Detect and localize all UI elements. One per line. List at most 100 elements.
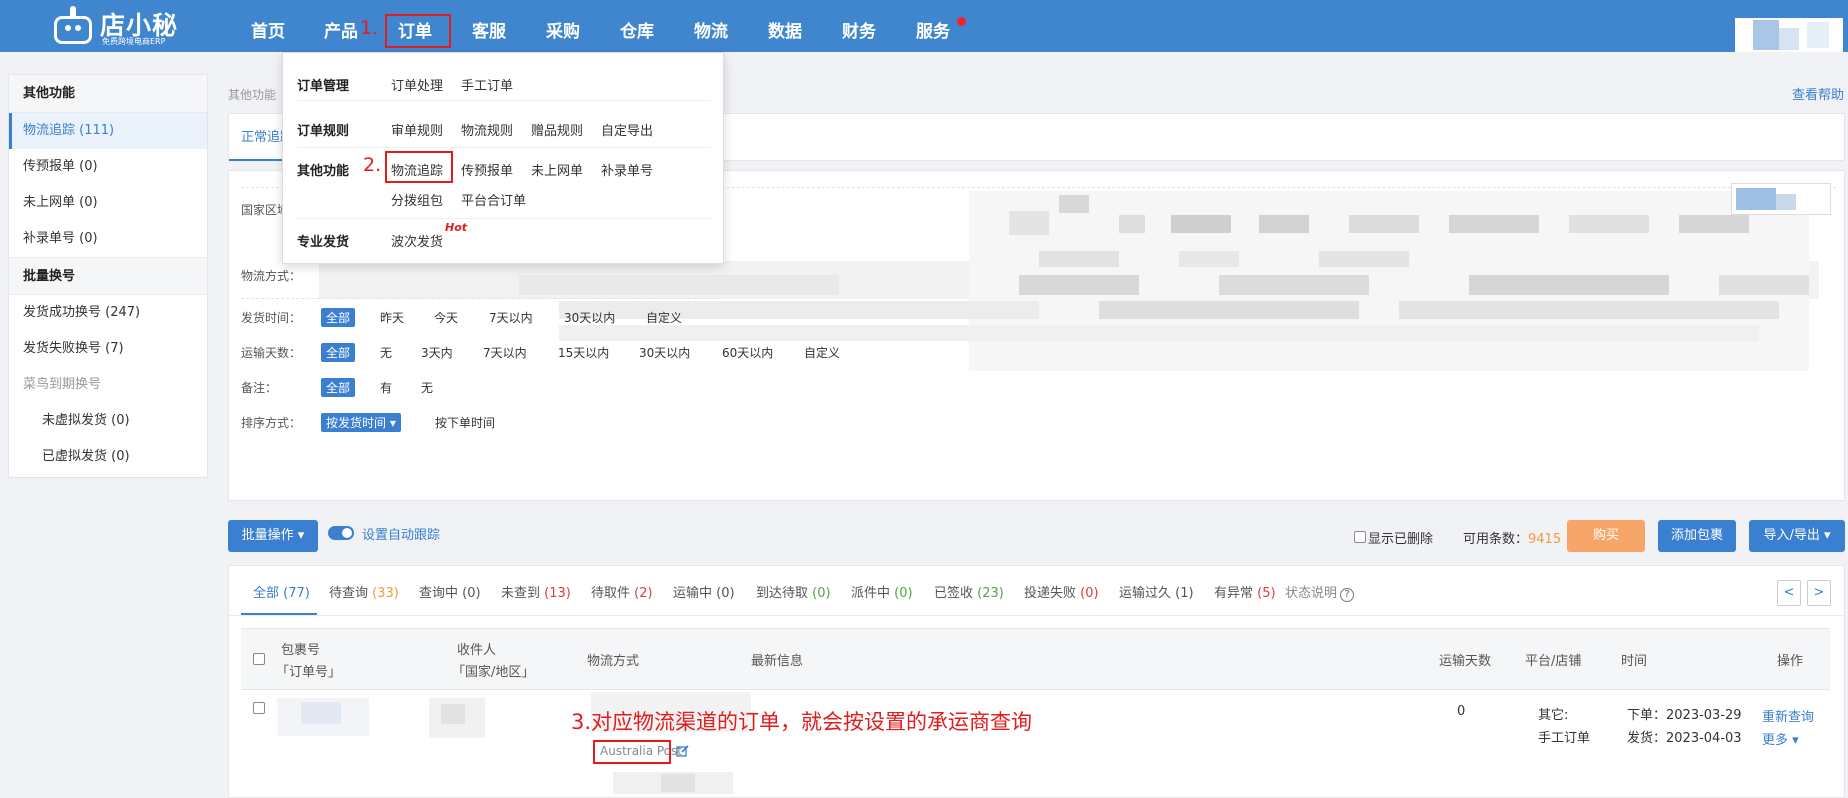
col-platform-store: 平台/店铺 [1525,654,1582,669]
sidebar-item-ship-success-renumber[interactable]: 发货成功换号 (247) [9,295,207,331]
nav-customer-service[interactable]: 客服 [472,0,506,52]
row-checkbox[interactable] [253,702,265,714]
step-3-annotation: 3.对应物流渠道的订单，就会按设置的承运商查询 [571,710,1033,734]
ship-time-today[interactable]: 今天 [434,309,458,326]
transit-days-7[interactable]: 7天以内 [483,344,527,361]
status-tab-in-transit[interactable]: 运输中 (0) [673,582,735,601]
remark-all[interactable]: 全部 [321,378,356,397]
step-2-marker: 2. [363,154,382,176]
status-tab-not-found[interactable]: 未查到 (13) [501,582,571,601]
remark-no[interactable]: 无 [421,379,433,396]
nav-finance[interactable]: 财务 [842,0,876,52]
menu-manual-order[interactable]: 手工订单 [461,75,513,94]
sidebar-item-ship-fail-renumber[interactable]: 发货失败换号 (7) [9,331,207,367]
status-tab-querying[interactable]: 查询中 (0) [419,582,481,601]
ship-time-custom[interactable]: 自定义 [646,309,682,326]
menu-custom-export[interactable]: 自定导出 [601,120,653,139]
sidebar-item-supplement-number[interactable]: 补录单号 (0) [9,221,207,257]
menu-pre-report[interactable]: 传预报单 [461,160,513,179]
menu-wave-shipping[interactable]: 波次发货 [391,231,443,250]
status-tab-signed[interactable]: 已签收 (23) [934,582,1004,601]
nav-warehouse[interactable]: 仓库 [620,0,654,52]
col-action: 操作 [1777,654,1804,669]
menu-sort-package[interactable]: 分拨组包 [391,190,443,209]
ship-time-7days[interactable]: 7天以内 [489,309,533,326]
sort-by-ship-time[interactable]: 按发货时间 ▾ [321,413,401,432]
sort-label: 排序方式： [241,416,302,430]
transit-days-all[interactable]: 全部 [321,343,356,362]
select-all-checkbox[interactable] [253,653,265,665]
sidebar-item-cainiao-expire[interactable]: 菜鸟到期换号 [9,367,207,403]
remark-yes[interactable]: 有 [380,379,392,396]
brand-logo[interactable]: 店小秘 免费跨境电商ERP [48,2,188,50]
menu-divider [297,100,711,101]
status-tab-all[interactable]: 全部 (77) [253,582,310,601]
ship-time-yesterday[interactable]: 昨天 [380,309,404,326]
table-header: 包裹号 「订单号」 收件人 「国家/地区」 物流方式 最新信息 运输天数 平台/… [241,628,1830,690]
auto-track-toggle[interactable] [328,526,354,540]
status-tab-arrived[interactable]: 到达待取 (0) [756,582,831,601]
show-deleted-checkbox[interactable] [1354,531,1366,543]
col-country: 「国家/地区」 [452,665,535,680]
status-tab-too-long[interactable]: 运输过久 (1) [1119,582,1194,601]
store-value: 手工订单 [1538,731,1591,746]
sidebar-item-not-online[interactable]: 未上网单 (0) [9,185,207,221]
user-account-area[interactable] [1735,18,1843,52]
edit-icon[interactable] [676,744,690,758]
sidebar-item-virtual-shipped[interactable]: 已虚拟发货 (0) [9,439,207,475]
menu-divider [297,147,711,148]
status-tab-pending-query[interactable]: 待查询 (33) [329,582,399,601]
tab-divider [229,615,1844,616]
nav-services[interactable]: 服务 [916,0,950,52]
nav-data[interactable]: 数据 [768,0,802,52]
transit-days-60[interactable]: 60天以内 [722,344,773,361]
transit-days-30[interactable]: 30天以内 [639,344,690,361]
blurred-toggle-box [1731,183,1831,215]
menu-supplement-number[interactable]: 补录单号 [601,160,653,179]
col-transit-days: 运输天数 [1439,654,1492,669]
highlight-logistics-tracking-box [385,151,453,183]
transit-days-15[interactable]: 15天以内 [558,344,609,361]
quota-value: 9415 [1528,532,1562,547]
auto-track-label[interactable]: 设置自动跟踪 [362,524,440,543]
tab-normal-tracking[interactable]: 正常追踪 [229,114,285,161]
next-page-button[interactable]: > [1807,580,1831,606]
status-explanation[interactable]: 状态说明? [1285,582,1355,602]
requery-link[interactable]: 重新查询 [1762,706,1814,725]
sidebar-item-not-virtual-shipped[interactable]: 未虚拟发货 (0) [9,403,207,439]
table-row: 0 其它: 手工订单 下单：2023-03-29 发货：2023-04-03 重… [241,690,1830,798]
col-recipient: 收件人 [457,643,497,658]
nav-logistics[interactable]: 物流 [694,0,728,52]
menu-gift-rules[interactable]: 赠品规则 [531,120,583,139]
status-tab-delivering[interactable]: 派件中 (0) [851,582,913,601]
buy-button[interactable]: 购买 [1567,520,1645,552]
prev-page-button[interactable]: < [1777,580,1801,606]
menu-review-rules[interactable]: 审单规则 [391,120,443,139]
hot-badge: Hot [445,221,468,234]
import-export-button[interactable]: 导入/导出 ▾ [1749,520,1845,552]
more-dropdown-link[interactable]: 更多 ▾ [1762,729,1799,748]
menu-logistics-rules[interactable]: 物流规则 [461,120,513,139]
nav-purchase[interactable]: 采购 [546,0,580,52]
batch-operation-button[interactable]: 批量操作 ▾ [228,520,318,552]
menu-not-online[interactable]: 未上网单 [531,160,583,179]
sidebar-item-pre-report[interactable]: 传预报单 (0) [9,149,207,185]
status-tab-delivery-failed[interactable]: 投递失败 (0) [1024,582,1099,601]
transit-days-3[interactable]: 3天内 [421,344,453,361]
sort-by-order-time[interactable]: 按下单时间 [435,414,495,431]
menu-platform-merge[interactable]: 平台合订单 [461,190,526,209]
nav-products[interactable]: 产品 [324,0,358,52]
ship-time-all[interactable]: 全部 [321,308,356,327]
status-tab-exception[interactable]: 有异常 (5) [1214,582,1276,601]
transit-days-none[interactable]: 无 [380,344,392,361]
blurred-block [661,774,695,792]
status-tab-awaiting-pickup[interactable]: 待取件 (2) [591,582,653,601]
menu-order-processing[interactable]: 订单处理 [391,75,443,94]
ship-time-30days[interactable]: 30天以内 [564,309,615,326]
add-package-button[interactable]: 添加包裹 [1658,520,1736,552]
transit-days-custom[interactable]: 自定义 [804,344,840,361]
nav-home[interactable]: 首页 [251,0,285,52]
menu-group-order-management: 订单管理 [297,79,350,94]
sidebar-item-logistics-tracking[interactable]: 物流追踪 (111) [9,113,207,149]
view-help-link[interactable]: 查看帮助 [1792,84,1844,103]
